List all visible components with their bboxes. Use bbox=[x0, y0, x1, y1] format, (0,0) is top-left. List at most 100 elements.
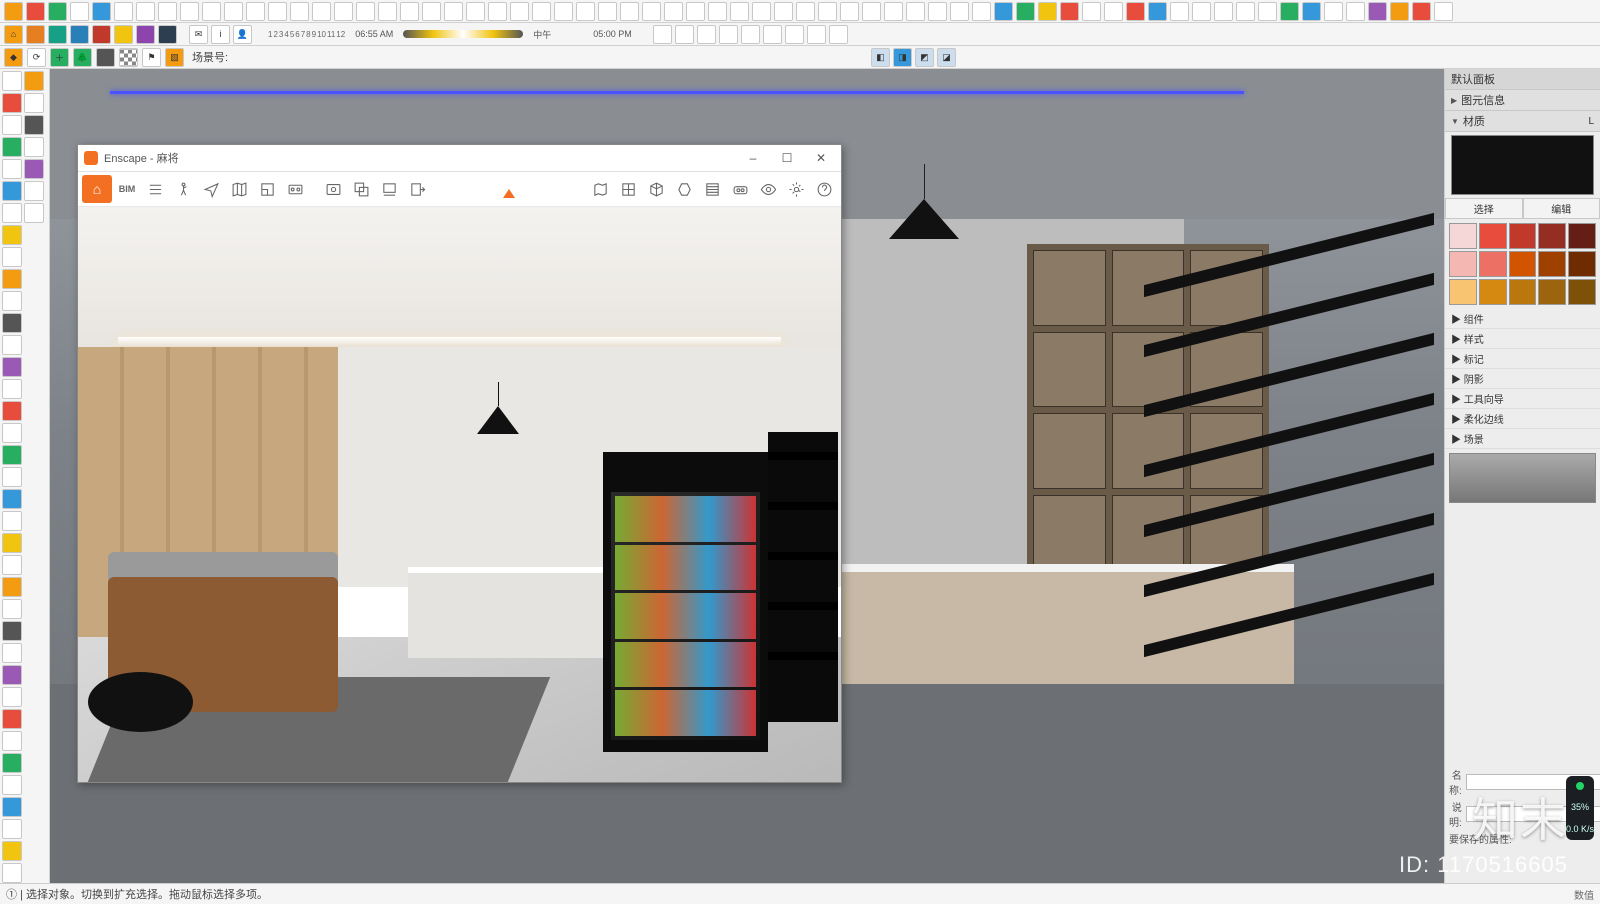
toolbar1-btn-4[interactable] bbox=[92, 2, 111, 21]
color-swatch-8[interactable] bbox=[1538, 251, 1566, 277]
section-icon[interactable] bbox=[699, 176, 725, 202]
mid-cube3-icon[interactable]: ◩ bbox=[915, 48, 934, 67]
refresh-icon[interactable]: ⟳ bbox=[27, 48, 46, 67]
mid-cube1-icon[interactable]: ◧ bbox=[871, 48, 890, 67]
plus-icon[interactable]: ＋ bbox=[50, 48, 69, 67]
toolbar1-btn-40[interactable] bbox=[884, 2, 903, 21]
toolbar1-btn-54[interactable] bbox=[1192, 2, 1211, 21]
toolbar1-btn-65[interactable] bbox=[1434, 2, 1453, 21]
user-icon[interactable]: 👤 bbox=[233, 25, 252, 44]
toolbar1-btn-35[interactable] bbox=[774, 2, 793, 21]
tb2-extra-7[interactable] bbox=[807, 25, 826, 44]
tb2-extra-0[interactable] bbox=[653, 25, 672, 44]
toolbar1-btn-52[interactable] bbox=[1148, 2, 1167, 21]
toolbar1-btn-45[interactable] bbox=[994, 2, 1013, 21]
left-tool-2[interactable] bbox=[2, 115, 22, 135]
left-tool-11[interactable] bbox=[2, 313, 22, 333]
left-tool-3[interactable] bbox=[2, 137, 22, 157]
toolbar1-btn-29[interactable] bbox=[642, 2, 661, 21]
left-tool-22[interactable] bbox=[2, 555, 22, 575]
left-tool-26[interactable] bbox=[2, 643, 22, 663]
favorite-icon[interactable] bbox=[376, 176, 402, 202]
tray-section-2[interactable]: ▶ 标记 bbox=[1445, 349, 1600, 369]
batch-icon[interactable] bbox=[348, 176, 374, 202]
left-tool-42[interactable] bbox=[24, 181, 44, 201]
tray-section-6[interactable]: ▶ 场景 bbox=[1445, 429, 1600, 449]
tab-edit[interactable]: 编辑 bbox=[1523, 198, 1600, 219]
toolbar1-btn-42[interactable] bbox=[928, 2, 947, 21]
material-preview[interactable] bbox=[1451, 135, 1594, 195]
toolbar1-btn-6[interactable] bbox=[136, 2, 155, 21]
color-swatch-11[interactable] bbox=[1479, 279, 1507, 305]
minimize-button[interactable]: – bbox=[739, 148, 767, 168]
left-tool-0[interactable] bbox=[2, 71, 22, 91]
left-tool-43[interactable] bbox=[24, 203, 44, 223]
tb2-extra-5[interactable] bbox=[763, 25, 782, 44]
toolbar1-btn-36[interactable] bbox=[796, 2, 815, 21]
toolbar1-btn-47[interactable] bbox=[1038, 2, 1057, 21]
toolbar1-btn-20[interactable] bbox=[444, 2, 463, 21]
toolbar1-btn-3[interactable] bbox=[70, 2, 89, 21]
color-swatch-14[interactable] bbox=[1568, 279, 1596, 305]
minimap-icon[interactable] bbox=[587, 176, 613, 202]
left-tool-30[interactable] bbox=[2, 731, 22, 751]
tree-icon[interactable]: 🌲 bbox=[73, 48, 92, 67]
color-swatch-9[interactable] bbox=[1568, 251, 1596, 277]
toolbar1-btn-53[interactable] bbox=[1170, 2, 1189, 21]
tray-section-4[interactable]: ▶ 工具向导 bbox=[1445, 389, 1600, 409]
tab-select[interactable]: 选择 bbox=[1445, 198, 1523, 219]
mail-icon[interactable]: ✉ bbox=[189, 25, 208, 44]
toolbar1-btn-48[interactable] bbox=[1060, 2, 1079, 21]
toolbar1-btn-25[interactable] bbox=[554, 2, 573, 21]
info-icon[interactable]: i bbox=[211, 25, 230, 44]
toolbar1-btn-51[interactable] bbox=[1126, 2, 1145, 21]
toolbar1-btn-13[interactable] bbox=[290, 2, 309, 21]
left-tool-23[interactable] bbox=[2, 577, 22, 597]
left-tool-29[interactable] bbox=[2, 709, 22, 729]
left-tool-39[interactable] bbox=[24, 115, 44, 135]
left-tool-37[interactable] bbox=[24, 71, 44, 91]
settings-icon[interactable] bbox=[783, 176, 809, 202]
color-swatch-3[interactable] bbox=[1538, 223, 1566, 249]
toolbar1-btn-17[interactable] bbox=[378, 2, 397, 21]
section-entity-info[interactable]: ▶图元信息 bbox=[1445, 90, 1600, 111]
toolbar1-btn-58[interactable] bbox=[1280, 2, 1299, 21]
screenshot-icon[interactable] bbox=[320, 176, 346, 202]
toolbar1-btn-39[interactable] bbox=[862, 2, 881, 21]
toolbar1-btn-38[interactable] bbox=[840, 2, 859, 21]
bim-button[interactable]: BIM bbox=[114, 176, 140, 202]
map-icon[interactable] bbox=[226, 176, 252, 202]
toolbar1-btn-60[interactable] bbox=[1324, 2, 1343, 21]
orient-icon[interactable] bbox=[671, 176, 697, 202]
left-tool-32[interactable] bbox=[2, 775, 22, 795]
tray-title[interactable]: 默认面板 bbox=[1445, 69, 1600, 90]
toolbar1-btn-31[interactable] bbox=[686, 2, 705, 21]
toolbar1-btn-41[interactable] bbox=[906, 2, 925, 21]
color-swatch-1[interactable] bbox=[1479, 223, 1507, 249]
left-tool-5[interactable] bbox=[2, 181, 22, 201]
left-tool-6[interactable] bbox=[2, 203, 22, 223]
left-tool-27[interactable] bbox=[2, 665, 22, 685]
toolbar1-btn-28[interactable] bbox=[620, 2, 639, 21]
checker-icon[interactable] bbox=[119, 48, 138, 67]
toolbar1-btn-59[interactable] bbox=[1302, 2, 1321, 21]
cube3d-icon[interactable] bbox=[643, 176, 669, 202]
toolbar1-btn-27[interactable] bbox=[598, 2, 617, 21]
maximize-button[interactable]: ☐ bbox=[773, 148, 801, 168]
toolbar1-btn-10[interactable] bbox=[224, 2, 243, 21]
tb2-extra-4[interactable] bbox=[741, 25, 760, 44]
fly-icon[interactable] bbox=[198, 176, 224, 202]
left-tool-24[interactable] bbox=[2, 599, 22, 619]
toolbar1-btn-24[interactable] bbox=[532, 2, 551, 21]
left-tool-14[interactable] bbox=[2, 379, 22, 399]
persona-cube-6[interactable] bbox=[158, 25, 177, 44]
toolbar1-btn-43[interactable] bbox=[950, 2, 969, 21]
toolbar1-btn-18[interactable] bbox=[400, 2, 419, 21]
tray-section-1[interactable]: ▶ 样式 bbox=[1445, 329, 1600, 349]
video-icon[interactable] bbox=[282, 176, 308, 202]
vr-icon[interactable] bbox=[727, 176, 753, 202]
left-tool-18[interactable] bbox=[2, 467, 22, 487]
persona-cube-0[interactable] bbox=[26, 25, 45, 44]
sketchup-viewport[interactable]: 有修 Enscape - 麻将 – ☐ ✕ bbox=[50, 69, 1444, 887]
color-swatch-6[interactable] bbox=[1479, 251, 1507, 277]
